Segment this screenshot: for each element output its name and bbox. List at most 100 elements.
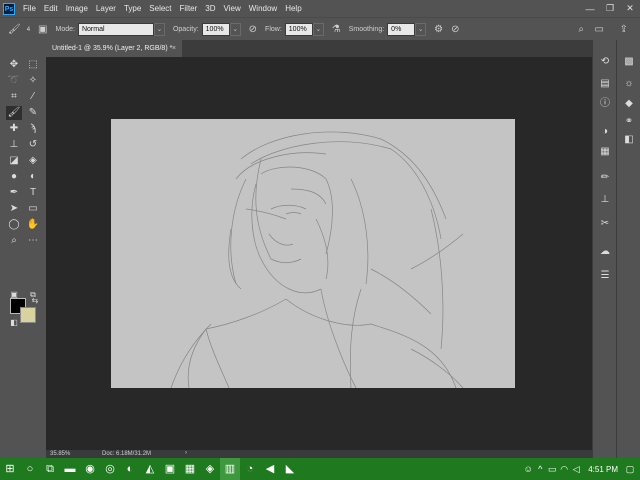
type-tool-icon[interactable]: T	[25, 186, 41, 200]
flow-dropdown-icon[interactable]: ⌄	[312, 23, 324, 36]
menu-3d[interactable]: 3D	[205, 4, 215, 13]
more-tools-icon[interactable]: ⋯	[25, 234, 41, 248]
mode-dropdown-icon[interactable]: ⌄	[153, 23, 165, 36]
smoothing-dropdown-icon[interactable]: ⌄	[415, 23, 427, 36]
smoothing-field[interactable]: 0%	[387, 23, 416, 36]
hand-tool-icon[interactable]: ✋	[25, 218, 41, 232]
menu-window[interactable]: Window	[249, 4, 277, 13]
status-menu-arrow-icon[interactable]: ›	[185, 450, 187, 456]
brush-size-value[interactable]: 4	[27, 27, 30, 33]
share-icon[interactable]: ⇪	[620, 24, 628, 35]
layers-panel-icon[interactable]: ◆	[621, 96, 637, 112]
dodge-tool-icon[interactable]: ◐	[25, 170, 41, 184]
magic-wand-tool-icon[interactable]: ✧	[25, 74, 41, 88]
pressure-opacity-icon[interactable]: ⊘	[249, 24, 257, 35]
history-brush-tool-icon[interactable]: ↺	[25, 138, 41, 152]
brush-settings-panel-icon[interactable]: ▣	[38, 24, 47, 35]
menu-select[interactable]: Select	[149, 4, 171, 13]
clone-stamp-tool-icon[interactable]: ⊥	[6, 138, 22, 152]
rectangle-tool-icon[interactable]: ▭	[25, 202, 41, 216]
zoom-tool-icon[interactable]: ⌕	[6, 234, 22, 248]
history-panel-icon[interactable]: ⟲	[597, 54, 613, 70]
app-icon-blue[interactable]: ◐	[120, 458, 140, 480]
eyedropper-tool-icon[interactable]: ⁄	[25, 90, 41, 104]
green-app-icon[interactable]: ◈	[200, 458, 220, 480]
people-icon[interactable]: ☺	[522, 464, 534, 474]
adjustments-panel-icon[interactable]: ☰	[597, 268, 613, 284]
menu-file[interactable]: File	[23, 4, 36, 13]
marquee-tool-icon[interactable]: ⬚	[25, 58, 41, 72]
smoothing-settings-gear-icon[interactable]: ⚙	[434, 24, 443, 35]
ellipse-tool-icon[interactable]: ◯	[6, 218, 22, 232]
move-tool-icon[interactable]: ✥	[6, 58, 22, 72]
paths-panel-icon[interactable]: ◧	[621, 132, 637, 148]
minimize-icon[interactable]: —	[580, 4, 600, 14]
menu-help[interactable]: Help	[285, 4, 301, 13]
photoshop-active-taskbar-icon[interactable]: ▥	[220, 458, 240, 480]
lasso-tool-icon[interactable]: ➰	[6, 74, 22, 88]
crop-tool-icon[interactable]: ⌗	[6, 90, 22, 104]
notifications-icon[interactable]: ▢	[624, 464, 636, 475]
quick-mask-icon[interactable]: ▣	[6, 288, 22, 302]
libraries-icon[interactable]: ▩	[621, 54, 637, 70]
menu-view[interactable]: View	[224, 4, 241, 13]
task-view-icon[interactable]: ⧉	[40, 458, 60, 480]
pen-tool-icon[interactable]: ✒	[6, 186, 22, 200]
healing-brush-tool-icon[interactable]: ✚	[6, 122, 22, 136]
clone-source-panel-icon[interactable]: ⊥	[597, 192, 613, 208]
paint-bucket-tool-icon[interactable]: ◈	[25, 154, 41, 168]
blur-tool-icon[interactable]: ●	[6, 170, 22, 184]
taskbar-clock[interactable]: 4:51 PM	[588, 465, 618, 474]
menu-type[interactable]: Type	[124, 4, 141, 13]
close-icon[interactable]: ✕	[620, 3, 640, 14]
tool-presets-panel-icon[interactable]: ✂	[597, 216, 613, 232]
windows-start-icon[interactable]: ⊞	[0, 458, 20, 480]
chevron-up-icon[interactable]: ^	[534, 464, 546, 474]
pencil-tool-icon[interactable]: ✎	[25, 106, 41, 120]
cloud-app-icon[interactable]: ◭	[140, 458, 160, 480]
menu-layer[interactable]: Layer	[96, 4, 116, 13]
chat-app-icon[interactable]: ◔	[240, 458, 260, 480]
menu-edit[interactable]: Edit	[44, 4, 58, 13]
wifi-icon[interactable]: ◠	[558, 464, 570, 475]
network-icon[interactable]: ▭	[546, 464, 558, 475]
default-colors-icon[interactable]: ◧	[6, 316, 22, 330]
info-panel-icon[interactable]: ⓘ	[597, 96, 613, 112]
flow-field[interactable]: 100%	[284, 23, 313, 36]
vscode-icon[interactable]: ◀	[260, 458, 280, 480]
airbrush-icon[interactable]: ⚗	[332, 24, 341, 35]
krita-icon[interactable]: ◣	[280, 458, 300, 480]
restore-icon[interactable]: ❐	[600, 3, 620, 14]
workspace-switcher-icon[interactable]: ▭	[595, 24, 604, 35]
brush-tool-icon[interactable]: 🖌	[6, 106, 22, 120]
mixer-brush-tool-icon[interactable]: ϡ	[25, 122, 41, 136]
menu-filter[interactable]: Filter	[180, 4, 198, 13]
opacity-field[interactable]: 100%	[201, 23, 230, 36]
close-tab-icon[interactable]: ×	[172, 40, 176, 57]
chrome-icon[interactable]: ◎	[100, 458, 120, 480]
zoom-level-field[interactable]: 35.85%	[50, 451, 70, 457]
brush-presets-panel-icon[interactable]: ✏	[597, 170, 613, 186]
volume-icon[interactable]: ◁	[570, 464, 582, 475]
firefox-icon[interactable]: ◉	[80, 458, 100, 480]
adjustments-icon[interactable]: ☼	[621, 76, 637, 92]
document-canvas[interactable]	[111, 119, 515, 389]
brush-tool-icon[interactable]: 🖌	[8, 24, 21, 35]
menu-image[interactable]: Image	[66, 4, 88, 13]
channels-panel-icon[interactable]: ⚭	[621, 114, 637, 130]
document-tab[interactable]: Untitled-1 @ 35.9% (Layer 2, RGB/8) * ×	[46, 40, 182, 57]
background-color-swatch[interactable]	[20, 307, 36, 323]
path-selection-tool-icon[interactable]: ➤	[6, 202, 22, 216]
file-explorer-icon[interactable]: ▬	[60, 458, 80, 480]
mode-select[interactable]: Normal	[77, 23, 154, 36]
color-panel-icon[interactable]: ◑	[597, 124, 613, 140]
swatches-panel-icon[interactable]: ▦	[597, 144, 613, 160]
search-icon[interactable]: ⌕	[578, 24, 584, 35]
orange-app-icon[interactable]: ▣	[160, 458, 180, 480]
libraries-panel-icon[interactable]: ☁	[597, 244, 613, 260]
opacity-dropdown-icon[interactable]: ⌄	[229, 23, 241, 36]
screen-mode-icon[interactable]: ⧉	[25, 288, 41, 302]
eraser-tool-icon[interactable]: ◪	[6, 154, 22, 168]
pressure-size-icon[interactable]: ⊘	[451, 24, 459, 35]
actions-panel-icon[interactable]: ▤	[597, 76, 613, 92]
